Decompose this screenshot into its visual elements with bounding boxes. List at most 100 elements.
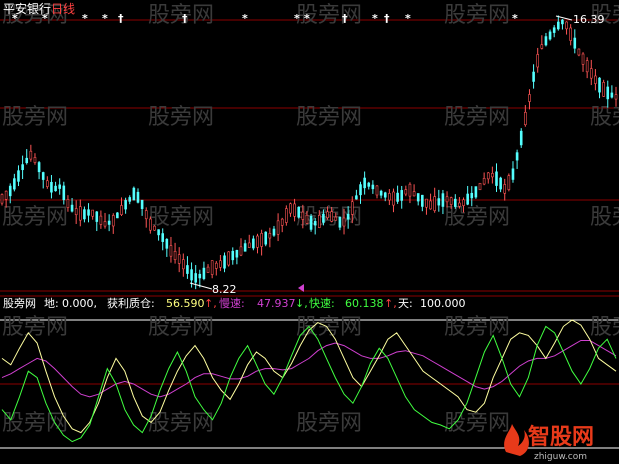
candle-body [552, 27, 556, 33]
candle-body [466, 193, 469, 205]
candle-body [157, 229, 160, 236]
candle-body [421, 194, 424, 207]
huoli-value: 56.590 [166, 297, 205, 310]
candle-body [144, 210, 148, 220]
candle-body [136, 191, 140, 203]
signal-marker-icon: * [102, 12, 108, 25]
signal-marker-icon: * [405, 12, 411, 25]
candle-body [149, 218, 152, 231]
candle-body [614, 94, 618, 100]
candle-body [54, 185, 57, 192]
signal-marker-icon: * [294, 12, 300, 25]
price-candles [0, 15, 618, 290]
candle-body [206, 266, 210, 273]
candle-body [474, 186, 478, 198]
low-marker-line [189, 282, 213, 290]
candle-body [153, 225, 156, 231]
period-label: 日线 [51, 2, 75, 16]
candle-body [573, 37, 577, 49]
candle-body [289, 203, 292, 214]
candle-body [4, 190, 8, 200]
candle-body [161, 233, 165, 242]
candle-body [598, 77, 601, 93]
candle-body [437, 198, 441, 206]
candle-body [383, 192, 387, 198]
candle-body [107, 220, 111, 225]
candle-body [441, 193, 445, 207]
candle-body [103, 221, 107, 227]
candle-body [486, 172, 490, 180]
candle-body [602, 82, 605, 97]
tian-label: 天: [398, 297, 413, 310]
candle-body [367, 182, 371, 187]
huoli-label: 获利质仓: [107, 296, 155, 310]
signal-markers: * * * * † † * * * † * † * * [12, 12, 518, 25]
candle-body [21, 164, 24, 171]
candle-body [95, 211, 99, 222]
candle-body [499, 177, 502, 190]
candle-body [322, 213, 325, 223]
candle-body [87, 209, 90, 216]
candle-body [425, 198, 428, 208]
candle-body [260, 233, 263, 247]
candle-body [13, 178, 16, 190]
signal-marker-icon: † [118, 12, 124, 25]
candle-body [363, 177, 366, 189]
candle-body [507, 175, 511, 190]
candle-body [301, 211, 305, 220]
candle-body [491, 173, 494, 178]
candle-body [293, 203, 296, 217]
candle-body [8, 185, 12, 197]
candle-body [268, 233, 272, 239]
candle-body [33, 157, 37, 163]
candle-body [532, 71, 535, 82]
kuai-value: 60.138 [345, 297, 384, 310]
candle-body [177, 254, 181, 264]
candle-body [585, 60, 589, 73]
di-value: 0.000, [62, 297, 97, 310]
candle-body [359, 184, 362, 196]
candle-body [219, 260, 222, 268]
candle-body [169, 245, 173, 257]
candle-body [548, 31, 552, 40]
candle-body [544, 36, 548, 46]
candle-body [202, 267, 206, 279]
candle-body [429, 200, 432, 210]
signal-marker-icon: † [384, 12, 390, 25]
candle-body [66, 199, 70, 208]
candle-body [577, 48, 581, 56]
candle-body [214, 262, 218, 269]
signal-marker-icon: * [512, 12, 518, 25]
stock-chart[interactable]: 股旁网 股旁网 股旁网 股旁网 股旁网 股旁网 股旁网 股旁网 股旁网 股旁网 … [0, 0, 619, 464]
candle-body [194, 273, 197, 283]
candle-body [78, 206, 82, 221]
candle-body [37, 162, 41, 173]
watermark: 股旁网 [590, 105, 619, 130]
watermark: 股旁网 [296, 105, 362, 130]
candle-body [330, 211, 333, 222]
candle-body [305, 214, 309, 224]
candle-body [243, 243, 247, 252]
candle-body [132, 187, 136, 201]
candle-body [594, 75, 597, 84]
candle-body [334, 216, 338, 221]
candle-body [412, 191, 416, 197]
candle-body [120, 205, 123, 215]
candle-body [223, 255, 226, 269]
signal-marker-icon: † [342, 12, 348, 25]
candle-body [186, 265, 189, 274]
candle-body [99, 215, 103, 225]
candle-body [239, 246, 243, 256]
watermark: 股旁网 [296, 411, 362, 436]
candle-body [83, 209, 86, 220]
candle-body [0, 194, 4, 204]
man-value: 47.937 [257, 297, 296, 310]
watermark: 股旁网 [148, 3, 214, 28]
signal-marker-icon: * [242, 12, 248, 25]
candle-body [482, 178, 486, 185]
candle-body [190, 269, 193, 281]
high-price-label: 16.39 [573, 13, 605, 26]
candle-body [91, 209, 94, 217]
candle-body [338, 216, 342, 228]
candle-body [128, 197, 132, 202]
